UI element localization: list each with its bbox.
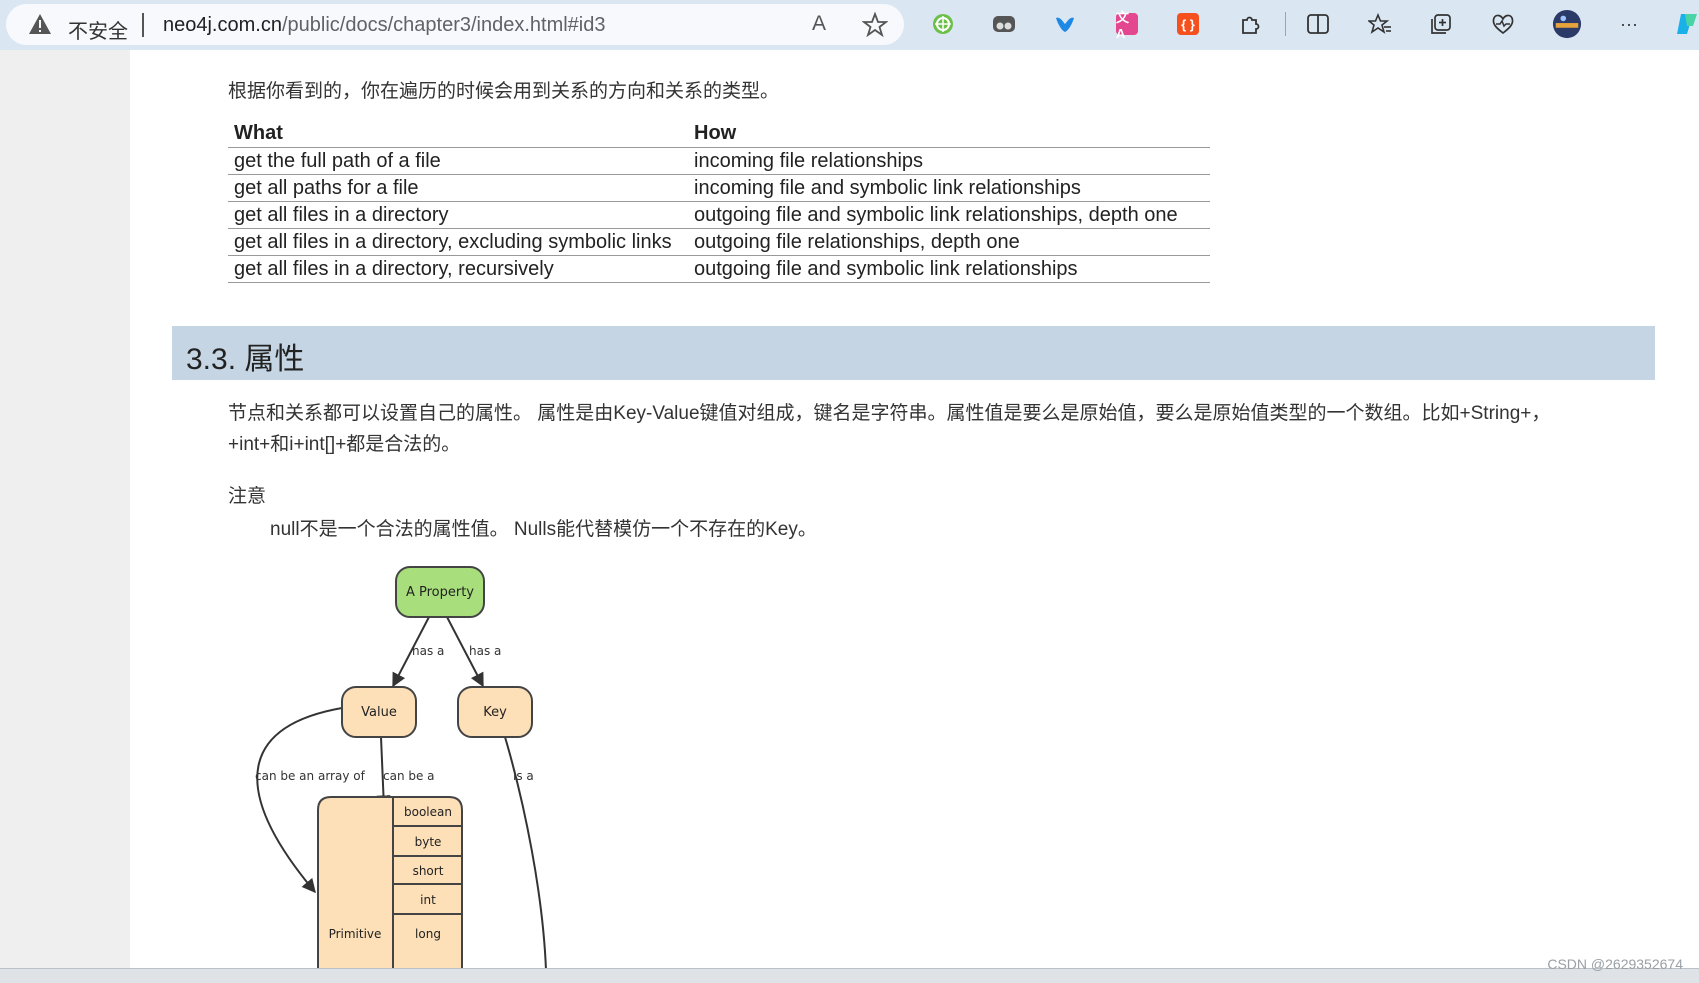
note-label: 注意 [228,486,267,507]
table-cell: get all files in a directory, excluding … [228,228,688,256]
code-badge: { } [1177,13,1199,35]
table-row: get all paths for a file incoming file a… [228,174,1210,202]
table-cell: outgoing file and symbolic link relation… [688,201,1210,229]
extension-bird-icon[interactable] [1050,9,1080,39]
table-header-row: What How [228,120,1210,148]
type-cell-long [392,913,463,970]
bottom-scrollbar[interactable] [0,968,1699,983]
page-content: 根据你看到的，你在遍历的时候会用到关系的方向和关系的类型。 What How g… [0,50,1699,970]
translate-badge: 文A [1116,10,1138,41]
browser-toolbar: 不安全 neo4j.com.cn/public/docs/chapter3/in… [0,0,1699,50]
node-key-label: Key [483,705,507,720]
table-row: get the full path of a file incoming fil… [228,147,1210,175]
browser-essentials-icon[interactable] [1488,9,1518,39]
address-separator [142,13,144,37]
table-cell: get all files in a directory, recursivel… [228,255,688,283]
edge-label-can-be: can be a [383,769,435,783]
copilot-icon[interactable] [1672,9,1699,39]
edge-label-has-a: has a [412,644,444,658]
column-header-how: How [688,120,1210,148]
node-primitive [317,796,394,970]
edge-label-array-of: can be an array of [255,769,366,783]
edge-label-has-a: has a [469,644,501,658]
column-header-what: What [228,120,688,148]
table-cell: incoming file and symbolic link relation… [688,174,1210,202]
intro-text: 根据你看到的，你在遍历的时候会用到关系的方向和关系的类型。 [228,81,780,102]
translate-extension-icon[interactable]: 文A [1112,9,1142,41]
edge-label-is-a: is a [513,769,534,783]
type-label: long [415,927,441,941]
warning-icon[interactable] [28,13,52,35]
insecure-label[interactable]: 不安全 [68,15,128,44]
table-cell: get all paths for a file [228,174,688,202]
url-text[interactable]: neo4j.com.cn/public/docs/chapter3/index.… [163,14,606,37]
collections-icon[interactable] [1426,9,1456,39]
table-cell: incoming file relationships [688,147,1210,175]
url-path[interactable]: /public/docs/chapter3/index.html#id3 [282,14,606,36]
favorite-star-icon[interactable] [862,12,888,38]
node-primitive-label: Primitive [329,927,382,941]
table-cell: outgoing file and symbolic link relation… [688,255,1210,283]
node-property-label: A Property [406,585,474,600]
split-screen-icon[interactable] [1303,9,1333,39]
extension-lime-icon[interactable] [928,9,958,39]
url-host[interactable]: neo4j.com.cn [163,14,282,36]
traversal-table: What How get the full path of a file inc… [228,120,1210,283]
property-diagram: has a has a can be an array of can be a … [255,566,547,970]
read-aloud-glyph: A [811,12,826,35]
table-cell: get the full path of a file [228,147,688,175]
extension-glasses-icon[interactable] [989,9,1019,39]
properties-paragraph: 节点和关系都可以设置自己的属性。 属性是由Key-Value键值对组成，键名是字… [228,403,1551,455]
code-extension-icon[interactable]: { } [1173,9,1203,39]
section-title: 3.3. 属性 [186,343,305,376]
note-text: null不是一个合法的属性值。 Nulls能代替模仿一个不存在的Key。 [270,519,817,540]
more-icon[interactable]: ··· [1614,9,1644,39]
table-row: get all files in a directory, recursivel… [228,255,1210,283]
type-label: boolean [404,805,452,819]
watermark: CSDN @2629352674 [1547,956,1683,972]
table-row: get all files in a directory, excluding … [228,228,1210,256]
left-gutter [0,50,130,968]
table-cell: get all files in a directory [228,201,688,229]
favorites-icon[interactable] [1365,9,1395,39]
type-label: int [420,893,436,907]
extensions-puzzle-icon[interactable] [1235,9,1265,39]
node-value-label: Value [361,705,397,720]
section-header: 3.3. 属性 [172,326,1655,380]
type-label: short [413,864,444,878]
toolbar-separator [1285,12,1286,36]
type-label: byte [415,835,442,849]
table-cell: outgoing file relationships, depth one [688,228,1210,256]
profile-avatar[interactable] [1552,9,1582,39]
read-aloud-icon[interactable]: A [806,12,832,38]
table-row: get all files in a directory outgoing fi… [228,201,1210,229]
address-bar[interactable]: 不安全 neo4j.com.cn/public/docs/chapter3/in… [6,4,904,45]
